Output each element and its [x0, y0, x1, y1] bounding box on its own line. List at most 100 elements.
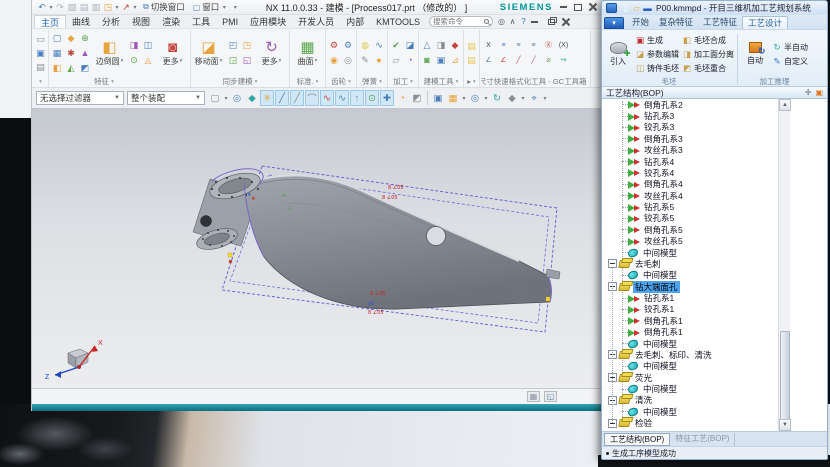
- open-file-icon[interactable]: ▱: [631, 3, 642, 14]
- nx-tab-开发人员[interactable]: 开发人员: [292, 15, 340, 29]
- ribbon-icon[interactable]: ▢: [50, 31, 64, 46]
- tree-item-去毛刺、标印、清洗[interactable]: 去毛刺、标印、清洗: [602, 349, 827, 360]
- vertex-marker[interactable]: [228, 253, 232, 257]
- ribbon-icon[interactable]: ▣: [34, 46, 47, 60]
- tree-scrollbar[interactable]: ▲ ▼: [778, 99, 790, 431]
- part-side-port[interactable]: [201, 216, 212, 227]
- command-search-input[interactable]: [433, 17, 482, 26]
- tree-item-铰孔系4[interactable]: 铰孔系4: [602, 167, 827, 178]
- gallery-icon[interactable]: ◎: [496, 17, 507, 26]
- ribbon-icon[interactable]: ◎: [341, 53, 355, 68]
- touch-mode-icon[interactable]: ↗: [120, 1, 132, 14]
- ribbon-icon[interactable]: ◰: [226, 38, 240, 53]
- tree-item-倒角孔系2[interactable]: 倒角孔系2: [602, 99, 827, 110]
- km-button-自定义[interactable]: ✎自定义: [772, 55, 808, 68]
- toolbar-overflow-icon[interactable]: ▾: [232, 4, 238, 11]
- selection-bar-icon[interactable]: ╱: [290, 90, 304, 106]
- tree-item-去毛刺[interactable]: 去毛刺: [602, 258, 827, 269]
- nx-graphics-area[interactable]: 8 ∠058 ∠058 ∠05⌀88 ∠05✛⊥ X Z: [32, 108, 603, 388]
- nx-tab-内部[interactable]: 内部: [340, 15, 370, 29]
- ribbon-button-边倒圆[interactable]: ◧边倒圆: [93, 40, 126, 67]
- nx-tab-应用模块[interactable]: 应用模块: [244, 15, 292, 29]
- selection-bar-icon[interactable]: ∿: [320, 90, 334, 106]
- ribbon-icon[interactable]: ◳: [240, 38, 254, 53]
- chevron-down-icon[interactable]: ▾: [542, 95, 548, 102]
- selection-bar-icon[interactable]: ▢: [208, 90, 222, 106]
- tree-item-攻丝孔系4[interactable]: 攻丝孔系4: [602, 190, 827, 201]
- tree-item-倒角孔系1[interactable]: 倒角孔系1: [602, 327, 827, 338]
- command-finder[interactable]: [429, 16, 493, 27]
- tree-item-检验[interactable]: 检验: [602, 418, 827, 429]
- ribbon-icon[interactable]: ∠: [496, 53, 511, 68]
- tree-item-铰孔系5[interactable]: 铰孔系5: [602, 213, 827, 224]
- ribbon-icon[interactable]: ◉: [327, 53, 341, 68]
- nx-tab-PMI[interactable]: PMI: [216, 15, 244, 29]
- ribbon-icon[interactable]: ⚙: [341, 38, 355, 53]
- tree-item-倒角孔系1[interactable]: 倒角孔系1: [602, 315, 827, 326]
- tree-item-攻丝孔系3[interactable]: 攻丝孔系3: [602, 145, 827, 156]
- selection-bar-icon[interactable]: ╱: [275, 90, 289, 106]
- window-clip-icon[interactable]: ◱: [544, 391, 557, 402]
- ribbon-icon[interactable]: Ⓧ: [541, 38, 556, 53]
- tab-feature-process[interactable]: 特征工艺(BOP): [670, 433, 735, 446]
- km-button-生成[interactable]: ▣生成: [635, 34, 679, 47]
- ribbon-icon[interactable]: ⌀: [541, 53, 556, 68]
- selection-bar-icon[interactable]: ◩: [410, 90, 424, 106]
- selection-bar-icon[interactable]: ✚: [380, 90, 394, 106]
- tree-item-中间模型[interactable]: 中间模型: [602, 406, 827, 417]
- new-file-icon[interactable]: ▯: [620, 3, 631, 14]
- selection-bar-icon[interactable]: ◎: [230, 90, 244, 106]
- selection-bar-icon[interactable]: ⊙: [365, 90, 379, 106]
- ribbon-icon[interactable]: ⚙: [327, 38, 341, 53]
- selection-filter-dropdown[interactable]: 无选择过滤器 ▼: [36, 91, 124, 105]
- ribbon-icon[interactable]: ↪: [556, 53, 571, 68]
- tree-item-中间模型[interactable]: 中间模型: [602, 338, 827, 349]
- tree-item-中间模型[interactable]: 中间模型: [602, 383, 827, 394]
- km-tab-工艺特征[interactable]: 工艺特征: [698, 16, 742, 29]
- ribbon-icon[interactable]: ▣: [434, 53, 448, 68]
- tree-item-清洗[interactable]: 清洗: [602, 395, 827, 406]
- tree-item-荧光[interactable]: 荧光: [602, 372, 827, 383]
- tree-item-钻孔系1[interactable]: 钻孔系1: [602, 292, 827, 303]
- tree-item-钻孔系5[interactable]: 钻孔系5: [602, 201, 827, 212]
- tree-item-钻孔系3[interactable]: 钻孔系3: [602, 110, 827, 121]
- ribbon-icon[interactable]: ◪: [403, 38, 417, 53]
- nx-tab-分析[interactable]: 分析: [96, 15, 126, 29]
- ribbon-icon[interactable]: ◍: [358, 38, 372, 53]
- tree-item-钻孔系4[interactable]: 钻孔系4: [602, 156, 827, 167]
- km-button-半自动[interactable]: ↻半自动: [772, 41, 808, 54]
- ribbon-icon[interactable]: ▭: [34, 32, 47, 46]
- maximize-icon[interactable]: [574, 4, 582, 11]
- ribbon-icon[interactable]: ◙: [420, 53, 434, 68]
- vertex-marker[interactable]: [229, 260, 232, 263]
- save-icon[interactable]: ▬: [642, 3, 653, 14]
- ribbon-button-更多[interactable]: ◙更多: [156, 40, 189, 67]
- doc-restore-icon[interactable]: [548, 19, 555, 25]
- ribbon-icon[interactable]: △: [420, 38, 434, 53]
- ribbon-icon[interactable]: ⊕: [78, 31, 92, 46]
- selection-bar-icon[interactable]: ▦: [446, 90, 460, 106]
- ribbon-icon[interactable]: ✎: [358, 53, 372, 68]
- ribbon-icon[interactable]: ≡: [496, 38, 511, 53]
- km-button-毛坯合成[interactable]: ◧毛坯合成: [682, 34, 734, 47]
- chevron-down-icon[interactable]: ▾: [520, 95, 526, 102]
- ribbon-icon[interactable]: ∠: [481, 53, 496, 68]
- vertex-marker[interactable]: [252, 197, 255, 200]
- ribbon-icon[interactable]: ≡: [526, 38, 541, 53]
- tree-item-攻丝孔系5[interactable]: 攻丝孔系5: [602, 236, 827, 247]
- ribbon-icon[interactable]: ◨: [434, 38, 448, 53]
- km-tab-复杂特征[interactable]: 复杂特征: [654, 16, 698, 29]
- nx-tab-主页[interactable]: 主页: [34, 15, 66, 29]
- vertex-marker[interactable]: [546, 297, 550, 301]
- switch-window-button[interactable]: ⧉ 切换窗口: [140, 1, 188, 13]
- ribbon-icon[interactable]: ∿: [372, 38, 386, 53]
- import-button[interactable]: 引入: [604, 32, 632, 76]
- ribbon-icon[interactable]: X: [481, 38, 496, 53]
- ribbon-icon[interactable]: ⊿: [448, 53, 462, 68]
- tree-item-中间模型[interactable]: 中间模型: [602, 270, 827, 281]
- tree-item-铰孔系3[interactable]: 铰孔系3: [602, 122, 827, 133]
- selection-bar-icon[interactable]: ◆: [245, 90, 259, 106]
- selection-bar-icon[interactable]: ◔: [395, 90, 409, 106]
- selection-bar-icon[interactable]: ↻: [490, 90, 504, 106]
- ribbon-icon[interactable]: ╱: [526, 53, 541, 68]
